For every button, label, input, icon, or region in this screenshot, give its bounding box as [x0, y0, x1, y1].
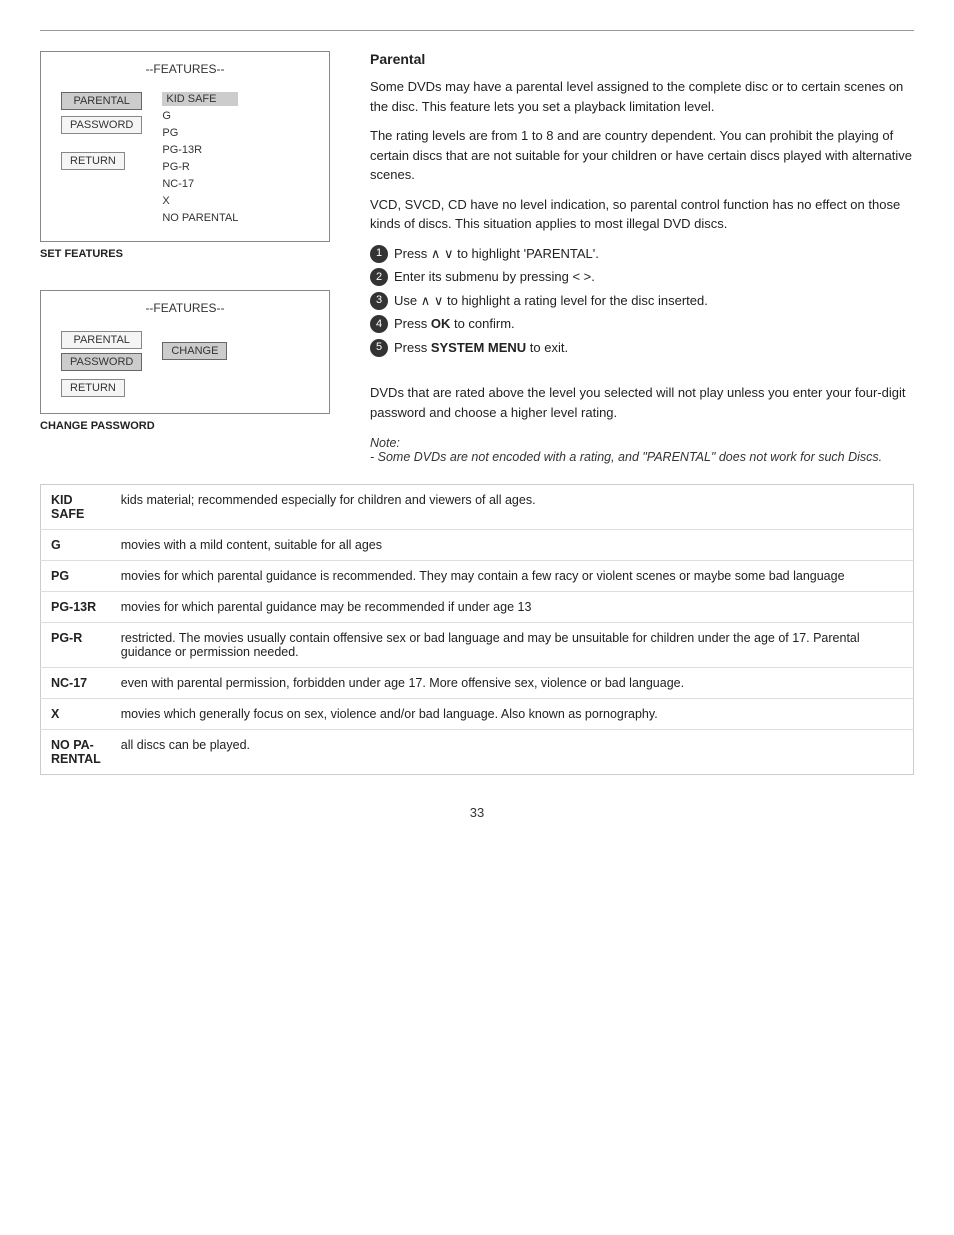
step-1-text: Press ∧ ∨ to highlight 'PARENTAL'.	[394, 244, 599, 264]
step-2: 2 Enter its submenu by pressing < >.	[370, 267, 914, 287]
rating-row-1: Gmovies with a mild content, suitable fo…	[41, 530, 914, 561]
step-4: 4 Press OK to confirm.	[370, 314, 914, 334]
rating-row-3: PG-13Rmovies for which parental guidance…	[41, 592, 914, 623]
rating-row-6: Xmovies which generally focus on sex, vi…	[41, 699, 914, 730]
page-number: 33	[40, 805, 914, 820]
step-2-text: Enter its submenu by pressing < >.	[394, 267, 595, 287]
page: --FEATURES-- PARENTAL PASSWORD RETURN KI…	[0, 0, 954, 1235]
change-btn[interactable]: CHANGE	[162, 342, 227, 360]
step-1: 1 Press ∧ ∨ to highlight 'PARENTAL'.	[370, 244, 914, 264]
step-5: 5 Press SYSTEM MENU to exit.	[370, 338, 914, 358]
rating-row-4: PG-Rrestricted. The movies usually conta…	[41, 623, 914, 668]
password-btn-1[interactable]: PASSWORD	[61, 116, 142, 134]
rating-code-6: X	[41, 699, 111, 730]
x-item[interactable]: X	[162, 194, 238, 208]
rating-code-2: PG	[41, 561, 111, 592]
rating-desc-1: movies with a mild content, suitable for…	[111, 530, 914, 561]
step-1-icon: 1	[370, 245, 388, 263]
note-title: Note:	[370, 436, 914, 450]
feature-box-1-left: PARENTAL PASSWORD RETURN	[61, 92, 142, 225]
parental-btn-1[interactable]: PARENTAL	[61, 92, 142, 110]
set-features-label: SET FEATURES	[40, 248, 340, 260]
fb2-row-1: PARENTAL PASSWORD CHANGE	[61, 331, 309, 371]
rating-row-2: PGmovies for which parental guidance is …	[41, 561, 914, 592]
parental-title: Parental	[370, 51, 914, 67]
rating-code-4: PG-R	[41, 623, 111, 668]
rating-row-5: NC-17even with parental permission, forb…	[41, 668, 914, 699]
step-5-icon: 5	[370, 339, 388, 357]
rating-desc-4: restricted. The movies usually contain o…	[111, 623, 914, 668]
password-btn-2[interactable]: PASSWORD	[61, 353, 142, 371]
dvd-text: DVDs that are rated above the level you …	[370, 383, 914, 422]
kid-safe-item[interactable]: KID SAFE	[162, 92, 238, 106]
rating-code-7: NO PA- RENTAL	[41, 730, 111, 775]
rating-table: KID SAFEkids material; recommended espec…	[40, 484, 914, 775]
right-column: Parental Some DVDs may have a parental l…	[370, 51, 914, 464]
pgr-item[interactable]: PG-R	[162, 160, 238, 174]
rating-row-0: KID SAFEkids material; recommended espec…	[41, 485, 914, 530]
rating-desc-2: movies for which parental guidance is re…	[111, 561, 914, 592]
rating-code-3: PG-13R	[41, 592, 111, 623]
fb2-left-col: PARENTAL PASSWORD	[61, 331, 142, 371]
feature-box-2-content: PARENTAL PASSWORD CHANGE RETURN	[51, 325, 319, 403]
feature-box-1-title: --FEATURES--	[51, 62, 319, 76]
pg-item[interactable]: PG	[162, 126, 238, 140]
parental-btn-2[interactable]: PARENTAL	[61, 331, 142, 349]
feature-box-2: --FEATURES-- PARENTAL PASSWORD CHANGE RE…	[40, 290, 330, 414]
step-4-text: Press OK to confirm.	[394, 314, 515, 334]
pg13r-item[interactable]: PG-13R	[162, 143, 238, 157]
rating-row-7: NO PA- RENTALall discs can be played.	[41, 730, 914, 775]
feature-box-1-right: KID SAFE G PG PG-13R PG-R NC-17 X NO PAR…	[162, 92, 238, 225]
rating-desc-0: kids material; recommended especially fo…	[111, 485, 914, 530]
no-parental-item[interactable]: NO PARENTAL	[162, 211, 238, 225]
g-item[interactable]: G	[162, 109, 238, 123]
steps-list: 1 Press ∧ ∨ to highlight 'PARENTAL'. 2 E…	[370, 244, 914, 358]
left-column: --FEATURES-- PARENTAL PASSWORD RETURN KI…	[40, 51, 340, 464]
return-btn-1[interactable]: RETURN	[61, 152, 125, 170]
feature-box-1: --FEATURES-- PARENTAL PASSWORD RETURN KI…	[40, 51, 330, 242]
feature-box-2-title: --FEATURES--	[51, 301, 319, 315]
rating-desc-7: all discs can be played.	[111, 730, 914, 775]
rating-code-0: KID SAFE	[41, 485, 111, 530]
note-block: Note: - Some DVDs are not encoded with a…	[370, 436, 914, 464]
step-2-icon: 2	[370, 268, 388, 286]
nc17-item[interactable]: NC-17	[162, 177, 238, 191]
rating-desc-5: even with parental permission, forbidden…	[111, 668, 914, 699]
feature-box-1-content: PARENTAL PASSWORD RETURN KID SAFE G PG P…	[51, 86, 319, 231]
intro-text-1: Some DVDs may have a parental level assi…	[370, 77, 914, 116]
intro-text-3: VCD, SVCD, CD have no level indication, …	[370, 195, 914, 234]
step-4-icon: 4	[370, 315, 388, 333]
rating-desc-3: movies for which parental guidance may b…	[111, 592, 914, 623]
top-border	[40, 30, 914, 31]
step-5-text: Press SYSTEM MENU to exit.	[394, 338, 568, 358]
change-password-label: CHANGE PASSWORD	[40, 420, 340, 432]
step-3-icon: 3	[370, 292, 388, 310]
step-3: 3 Use ∧ ∨ to highlight a rating level fo…	[370, 291, 914, 311]
rating-code-1: G	[41, 530, 111, 561]
main-layout: --FEATURES-- PARENTAL PASSWORD RETURN KI…	[40, 51, 914, 464]
return-btn-2[interactable]: RETURN	[61, 379, 125, 397]
rating-desc-6: movies which generally focus on sex, vio…	[111, 699, 914, 730]
step-3-text: Use ∧ ∨ to highlight a rating level for …	[394, 291, 708, 311]
rating-code-5: NC-17	[41, 668, 111, 699]
note-text: - Some DVDs are not encoded with a ratin…	[370, 450, 914, 464]
intro-text-2: The rating levels are from 1 to 8 and ar…	[370, 126, 914, 185]
